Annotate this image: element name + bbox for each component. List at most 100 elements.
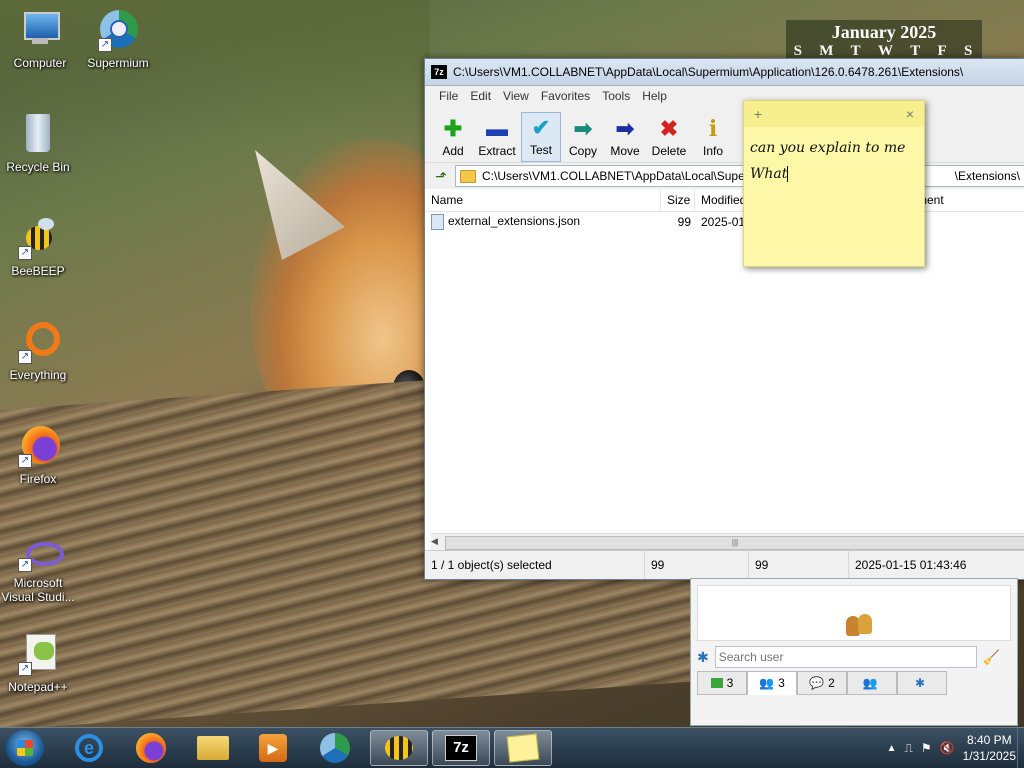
clock[interactable]: 8:40 PM 1/31/2025 xyxy=(963,732,1016,764)
taskbar-supermium[interactable] xyxy=(310,730,360,766)
sevenzip-addressbar: ⬏ C:\Users\VM1.COLLABNET\AppData\Local\S… xyxy=(425,162,1024,189)
scrollbar-thumb[interactable]: ||| xyxy=(445,536,1024,550)
desktop-icon-label: Recycle Bin xyxy=(6,160,70,174)
system-tray: ▲ ⎍ ⚑ 🔇 8:40 PM 1/31/2025 xyxy=(887,728,1016,768)
media-player-icon: ▶ xyxy=(259,734,287,762)
sevenzip-titlebar[interactable]: 7z C:\Users\VM1.COLLABNET\AppData\Local\… xyxy=(425,59,1024,86)
sevenzip-logo-icon: 7z xyxy=(431,65,447,79)
test-icon: ✔ xyxy=(531,115,551,140)
delete-button[interactable]: ✖ Delete xyxy=(647,112,691,162)
sticky-add-button[interactable]: + xyxy=(754,106,762,122)
search-user-input[interactable] xyxy=(714,646,977,668)
extract-button[interactable]: ▬ Extract xyxy=(475,112,519,162)
file-row[interactable]: external_extensions.json 99 2025-01- xyxy=(425,212,1024,232)
address-field[interactable]: C:\Users\VM1.COLLABNET\AppData\Local\Sup… xyxy=(455,165,1024,187)
desktop-icon-everything[interactable]: ↗ Everything xyxy=(0,320,76,382)
taskbar-explorer[interactable] xyxy=(188,730,238,766)
start-button[interactable] xyxy=(6,730,44,766)
desktop-icon-label: Microsoft Visual Studi... xyxy=(1,576,75,604)
network-icon[interactable]: ⎍ xyxy=(904,741,912,756)
tab-users[interactable]: 👥 3 xyxy=(747,671,797,695)
taskbar-7zip[interactable]: 7z xyxy=(432,730,490,766)
sevenzip-window[interactable]: 7z C:\Users\VM1.COLLABNET\AppData\Local\… xyxy=(424,58,1024,580)
copy-button-label: Copy xyxy=(568,144,597,158)
text-caret xyxy=(787,166,789,182)
supermium-icon: ↗ xyxy=(96,8,140,52)
computer-icon xyxy=(18,8,62,52)
tab-chats[interactable]: 3 xyxy=(697,671,747,695)
taskbar-ie[interactable]: e xyxy=(64,730,114,766)
column-size[interactable]: Size xyxy=(661,189,695,211)
column-name[interactable]: Name xyxy=(425,189,661,211)
taskbar-beebeep[interactable] xyxy=(370,730,428,766)
clock-time: 8:40 PM xyxy=(966,733,1012,747)
clear-broom-icon[interactable]: 🧹 xyxy=(983,649,1000,666)
desktop-icon-notepadpp[interactable]: ↗ Notepad++ xyxy=(0,632,76,694)
messages-icon: 💬 xyxy=(809,676,825,690)
show-desktop-button[interactable] xyxy=(1017,728,1024,768)
info-button[interactable]: i Info xyxy=(693,112,733,162)
desktop-icon-visual-studio[interactable]: ↗ Microsoft Visual Studi... xyxy=(0,536,76,604)
delete-icon: ✖ xyxy=(659,116,679,141)
volume-muted-icon[interactable]: 🔇 xyxy=(940,741,955,755)
column-comment[interactable]: ment xyxy=(911,189,1024,211)
shortcut-arrow-icon: ↗ xyxy=(18,558,32,572)
menu-help[interactable]: Help xyxy=(636,89,673,103)
taskbar-firefox[interactable] xyxy=(126,730,176,766)
desktop-icon-computer[interactable]: Computer xyxy=(2,8,78,70)
test-button[interactable]: ✔ Test xyxy=(521,112,561,162)
menu-view[interactable]: View xyxy=(497,89,535,103)
desktop-icon-supermium[interactable]: ↗ Supermium xyxy=(80,8,156,70)
notepadpp-icon: ↗ xyxy=(16,632,60,676)
taskbar-sticky-notes[interactable] xyxy=(494,730,552,766)
folder-up-icon[interactable]: ⬏ xyxy=(431,166,451,186)
copy-button[interactable]: ➡ Copy xyxy=(563,112,603,162)
action-center-flag-icon[interactable]: ⚑ xyxy=(921,741,932,755)
sticky-line: can you explain to me xyxy=(750,140,906,156)
supermium-icon xyxy=(320,733,350,763)
everything-icon: ↗ xyxy=(16,320,60,364)
horizontal-scrollbar[interactable]: ◀ ||| xyxy=(431,533,1024,550)
sticky-note-header[interactable]: + × xyxy=(744,101,924,127)
add-icon: ✚ xyxy=(443,116,463,141)
address-text-tail: \Extensions\ xyxy=(954,169,1020,183)
taskbar: e ▶ 7z ▲ ⎍ ⚑ 🔇 8:40 PM 1/31/2025 xyxy=(0,727,1024,768)
sevenzip-toolbar: ✚ Add ▬ Extract ✔ Test ➡ Copy ➡ Move ✖ D… xyxy=(425,106,1024,162)
menu-tools[interactable]: Tools xyxy=(596,89,636,103)
shortcut-arrow-icon: ↗ xyxy=(98,38,112,52)
scroll-left-icon[interactable]: ◀ xyxy=(431,536,443,547)
menu-favorites[interactable]: Favorites xyxy=(535,89,596,103)
tab-count: 2 xyxy=(828,676,835,690)
add-button[interactable]: ✚ Add xyxy=(433,112,473,162)
desktop-icon-label: Computer xyxy=(13,56,67,70)
beebeep-status-icon[interactable]: ✱ xyxy=(697,649,709,666)
show-hidden-icons-icon[interactable]: ▲ xyxy=(887,743,897,754)
status-selected: 1 / 1 object(s) selected xyxy=(425,551,645,579)
beebeep-panel[interactable]: ✱ 🧹 3 👥3 💬2 👥 ✱ xyxy=(690,578,1018,726)
file-size: 99 xyxy=(677,215,691,229)
move-icon: ➡ xyxy=(615,116,635,141)
visual-studio-icon: ↗ xyxy=(16,536,64,572)
move-button[interactable]: ➡ Move xyxy=(605,112,645,162)
windows-logo-icon xyxy=(17,740,33,756)
desktop-icon-label: Everything xyxy=(9,368,67,382)
menu-edit[interactable]: Edit xyxy=(464,89,497,103)
taskbar-media-player[interactable]: ▶ xyxy=(248,730,298,766)
tab-messages[interactable]: 💬 2 xyxy=(797,671,847,695)
tab-network[interactable]: ✱ xyxy=(897,671,947,695)
menu-file[interactable]: File xyxy=(433,89,464,103)
sticky-note-text[interactable]: can you explain to me What xyxy=(744,127,924,195)
desktop-icon-beebeep[interactable]: ↗ BeeBEEP xyxy=(0,216,76,278)
shortcut-arrow-icon: ↗ xyxy=(18,350,32,364)
sticky-note[interactable]: + × can you explain to me What xyxy=(743,100,925,267)
tab-count: 3 xyxy=(726,676,734,690)
file-icon xyxy=(431,214,444,230)
tab-groups[interactable]: 👥 xyxy=(847,671,897,695)
sticky-close-button[interactable]: × xyxy=(906,106,914,122)
bee-icon xyxy=(385,736,413,760)
shortcut-arrow-icon: ↗ xyxy=(18,246,32,260)
sevenzip-statusbar: 1 / 1 object(s) selected 99 99 2025-01-1… xyxy=(425,550,1024,579)
desktop-icon-recycle-bin[interactable]: Recycle Bin xyxy=(0,112,76,174)
desktop-icon-firefox[interactable]: ↗ Firefox xyxy=(0,424,76,486)
sevenzip-icon: 7z xyxy=(445,735,477,761)
